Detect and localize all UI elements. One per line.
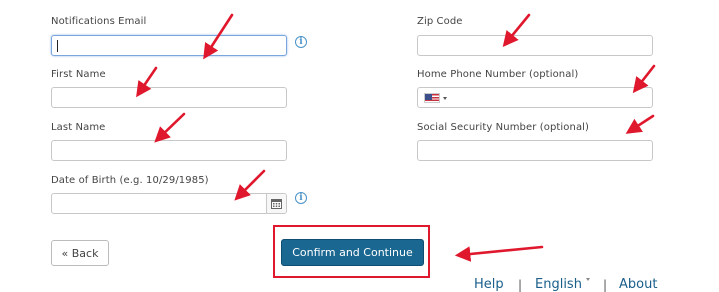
ssn-field[interactable] — [417, 140, 653, 162]
country-selector[interactable] — [424, 93, 447, 103]
home-phone-field[interactable] — [417, 87, 653, 109]
date-of-birth-label: Date of Birth (e.g. 10/29/1985) — [51, 175, 209, 186]
last-name-label: Last Name — [51, 122, 106, 133]
footer-separator: | — [518, 278, 523, 292]
ssn-input[interactable] — [418, 143, 652, 162]
confirm-and-continue-button[interactable]: Confirm and Continue — [281, 239, 424, 266]
text-cursor — [57, 40, 58, 52]
zip-code-label: Zip Code — [417, 16, 463, 27]
about-link[interactable]: About — [619, 277, 657, 292]
notifications-email-input[interactable] — [52, 38, 286, 57]
last-name-field[interactable] — [51, 140, 287, 162]
arrow-home-phone — [632, 64, 656, 94]
arrow-ssn — [625, 114, 655, 134]
chevron-down-icon — [443, 96, 447, 100]
zip-code-input[interactable] — [418, 38, 652, 57]
home-phone-input[interactable] — [418, 90, 652, 109]
chevron-down-icon — [586, 278, 590, 281]
first-name-input[interactable] — [52, 90, 286, 109]
first-name-label: First Name — [51, 69, 106, 80]
date-of-birth-field[interactable] — [51, 193, 287, 215]
back-button[interactable]: « Back — [51, 240, 109, 266]
home-phone-label: Home Phone Number (optional) — [417, 69, 579, 80]
info-icon[interactable]: i — [295, 192, 307, 204]
arrow-last-name — [154, 112, 186, 143]
language-selector[interactable]: English — [535, 277, 582, 292]
last-name-input[interactable] — [52, 143, 286, 162]
first-name-field[interactable] — [51, 87, 287, 109]
arrow-confirm-button — [454, 245, 544, 262]
help-link[interactable]: Help — [474, 277, 504, 292]
notifications-email-field[interactable] — [51, 35, 287, 57]
ssn-label: Social Security Number (optional) — [417, 122, 590, 133]
calendar-button[interactable] — [266, 194, 286, 213]
info-icon[interactable]: i — [295, 36, 307, 48]
date-of-birth-input[interactable] — [52, 196, 262, 215]
us-flag-icon — [424, 93, 440, 103]
footer-separator: | — [603, 278, 608, 292]
notifications-email-label: Notifications Email — [51, 16, 147, 27]
calendar-icon — [271, 199, 282, 209]
zip-code-field[interactable] — [417, 35, 653, 57]
